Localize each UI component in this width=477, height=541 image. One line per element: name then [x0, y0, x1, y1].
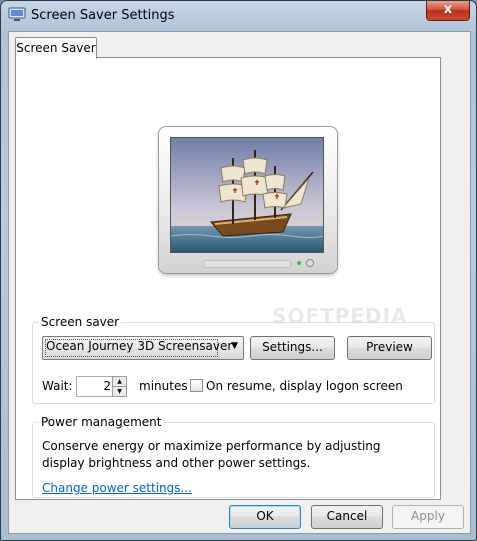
monitor-preview — [158, 126, 338, 274]
resume-logon-label[interactable]: On resume, display logon screen — [206, 379, 403, 393]
wait-spinner: ▲ ▼ — [112, 376, 127, 397]
power-management-group: Power management Conserve energy or maxi… — [32, 415, 435, 498]
screen-saver-group: Screen saver Ocean Journey 3D Screensave… — [32, 315, 435, 404]
apply-button[interactable]: Apply — [392, 505, 464, 529]
wait-label: Wait: — [42, 379, 73, 393]
tab-page: SOFTPEDIA Screen saver Ocean Journey 3D … — [15, 57, 441, 500]
screen-saver-dropdown[interactable]: Ocean Journey 3D Screensaver ▼ — [42, 336, 244, 360]
wait-minutes-input[interactable]: 2 — [76, 376, 114, 397]
monitor-app-icon — [8, 7, 26, 21]
dialog-client-area: Screen Saver SOFTPEDIA Screen saver Ocea… — [8, 31, 471, 534]
change-power-settings-link[interactable]: Change power settings... — [42, 481, 192, 495]
power-management-group-label: Power management — [39, 415, 164, 429]
chevron-down-icon: ▼ — [231, 341, 238, 351]
tab-screen-saver[interactable]: Screen Saver — [15, 37, 97, 59]
power-description: Conserve energy or maximize performance … — [42, 439, 381, 470]
ship-preview-image — [171, 138, 323, 252]
preview-screen — [170, 137, 324, 253]
screen-saver-selected: Ocean Journey 3D Screensaver — [46, 339, 233, 353]
resume-logon-checkbox[interactable] — [190, 379, 203, 392]
power-led-icon — [297, 261, 301, 265]
monitor-slot — [203, 260, 291, 268]
title-bar[interactable]: Screen Saver Settings x — [1, 1, 476, 31]
screen-saver-group-label: Screen saver — [39, 315, 122, 329]
ok-button[interactable]: OK — [229, 505, 301, 529]
cancel-button[interactable]: Cancel — [311, 505, 383, 529]
window-title: Screen Saver Settings — [31, 8, 175, 23]
settings-button[interactable]: Settings... — [250, 336, 335, 360]
spin-down-icon[interactable]: ▼ — [112, 386, 127, 397]
close-button[interactable]: x — [426, 1, 470, 21]
power-button-icon — [306, 259, 314, 267]
minutes-label: minutes — [139, 379, 188, 393]
preview-button[interactable]: Preview — [347, 336, 432, 360]
screen-saver-window: Screen Saver Settings x Screen Saver SOF… — [0, 0, 477, 541]
close-icon: x — [443, 2, 453, 17]
